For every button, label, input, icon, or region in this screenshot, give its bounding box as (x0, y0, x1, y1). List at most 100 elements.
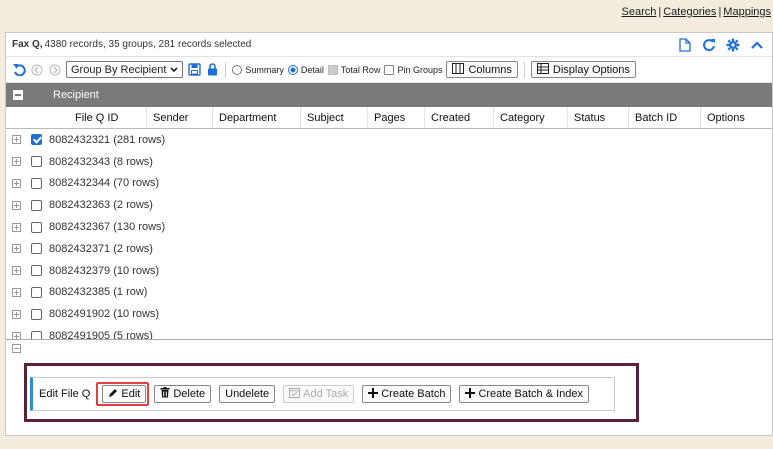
detail-option[interactable]: Detail (287, 64, 324, 75)
expand-icon[interactable] (12, 287, 21, 297)
column-header-options[interactable]: Options (701, 107, 771, 128)
group-row-label: 8082432321 (281 rows) (49, 133, 166, 146)
row-checkbox[interactable] (31, 308, 42, 320)
row-checkbox[interactable] (31, 265, 42, 277)
pin-groups-label: Pin Groups (397, 64, 443, 75)
group-row[interactable]: 8082432371 (2 rows) (6, 238, 772, 260)
delete-button[interactable]: Delete (154, 385, 212, 403)
column-header-subject[interactable]: Subject (301, 107, 368, 128)
gear-icon[interactable] (726, 38, 740, 52)
group-row[interactable]: 8082432379 (10 rows) (6, 260, 772, 282)
panel-titlebar: Fax Q, 4380 records, 35 groups, 281 reco… (6, 33, 772, 57)
save-icon[interactable] (187, 63, 201, 77)
search-link[interactable]: Search (622, 6, 657, 18)
undo-icon[interactable] (12, 63, 26, 77)
group-row[interactable]: 8082432363 (2 rows) (6, 194, 772, 216)
row-checkbox[interactable] (31, 199, 42, 211)
columns-button[interactable]: Columns (446, 61, 518, 78)
link-separator: | (658, 6, 662, 18)
group-row-label: 8082432367 (130 rows) (49, 221, 166, 234)
pencil-icon (108, 388, 118, 401)
group-rows: 8082432321 (281 rows) 8082432343 (8 rows… (6, 129, 772, 339)
fax-queue-panel: Fax Q, 4380 records, 35 groups, 281 reco… (5, 32, 773, 436)
group-row[interactable]: 8082432344 (70 rows) (6, 173, 772, 195)
group-row[interactable]: 8082432321 (281 rows) (6, 129, 772, 151)
column-header-category[interactable]: Category (494, 107, 568, 128)
row-checkbox[interactable] (31, 156, 42, 168)
group-row-label: 8082432379 (10 rows) (49, 264, 160, 277)
create-batch-label: Create Batch (381, 388, 446, 400)
group-row-label: 8082432371 (2 rows) (49, 242, 153, 255)
group-row-label: 8082432343 (8 rows) (49, 155, 153, 168)
expand-icon[interactable] (12, 157, 21, 167)
categories-link[interactable]: Categories (663, 6, 716, 18)
collapse-footer-icon[interactable] (12, 344, 21, 353)
chevron-down-icon (170, 64, 178, 76)
column-header-status[interactable]: Status (568, 107, 629, 128)
top-links: Search | Categories | Mappings (622, 6, 771, 18)
expand-icon[interactable] (12, 244, 21, 254)
group-row-label: 8082432385 (1 row) (49, 286, 148, 299)
mappings-link[interactable]: Mappings (723, 6, 771, 18)
summary-radio[interactable] (232, 64, 243, 75)
link-separator: | (718, 6, 722, 18)
group-row[interactable]: 8082432343 (8 rows) (6, 151, 772, 173)
expand-icon[interactable] (12, 178, 21, 188)
table-icon (536, 62, 549, 77)
toolbar-divider (225, 61, 227, 78)
column-header-file-q-id[interactable]: File Q ID (69, 107, 147, 128)
row-checkbox[interactable] (31, 286, 42, 298)
group-by-select[interactable]: Group By Recipient (66, 61, 184, 78)
group-row[interactable]: 8082491902 (10 rows) (6, 303, 772, 325)
refresh-icon[interactable] (702, 38, 716, 52)
collapse-group-icon[interactable] (13, 90, 23, 100)
trash-icon (160, 387, 170, 401)
previous-icon[interactable] (30, 63, 44, 77)
create-batch-button[interactable]: Create Batch (362, 385, 452, 403)
expand-icon[interactable] (12, 135, 21, 145)
expand-icon[interactable] (12, 200, 21, 210)
panel-title: Fax Q, (12, 39, 43, 50)
row-checkbox[interactable] (31, 221, 42, 233)
collapse-chevron-up-icon[interactable] (750, 38, 764, 52)
next-icon[interactable] (48, 63, 62, 77)
expand-icon[interactable] (12, 266, 21, 276)
summary-option[interactable]: Summary (232, 64, 284, 75)
grid-toolbar: Group By Recipient Summary Detail Total … (6, 57, 772, 83)
create-batch-index-label: Create Batch & Index (478, 388, 583, 400)
total-row-checkbox (327, 64, 338, 75)
column-header-pages[interactable]: Pages (368, 107, 425, 128)
group-row[interactable]: 8082432385 (1 row) (6, 282, 772, 304)
pin-groups-option[interactable]: Pin Groups (384, 64, 443, 75)
row-checkbox[interactable] (31, 134, 42, 146)
edit-button[interactable]: Edit (102, 385, 147, 403)
columns-icon (452, 62, 465, 77)
undelete-button[interactable]: Undelete (219, 385, 276, 403)
column-header-batch-id[interactable]: Batch ID (629, 107, 701, 128)
plus-icon (465, 387, 476, 401)
row-checkbox[interactable] (31, 243, 42, 255)
summary-label: Summary (245, 64, 284, 75)
group-row[interactable]: 8082491905 (5 rows) (6, 325, 772, 339)
group-header-label: Recipient (53, 89, 99, 101)
expand-icon[interactable] (12, 309, 21, 319)
group-row[interactable]: 8082432367 (130 rows) (6, 216, 772, 238)
row-checkbox[interactable] (31, 177, 42, 189)
row-checkbox[interactable] (31, 330, 42, 339)
column-header-created[interactable]: Created (425, 107, 494, 128)
edit-action-bar: Edit File Q Edit Delete Undelete Add Tas… (30, 377, 615, 411)
document-icon[interactable] (678, 37, 692, 52)
toolbar-divider (523, 61, 525, 78)
pin-groups-checkbox[interactable] (384, 64, 395, 75)
create-batch-index-button[interactable]: Create Batch & Index (459, 385, 589, 403)
footer-collapse-bar (6, 339, 772, 357)
expand-icon[interactable] (12, 331, 21, 339)
add-task-button[interactable]: Add Task (283, 385, 355, 403)
lock-icon[interactable] (205, 63, 219, 77)
column-header-sender[interactable]: Sender (147, 107, 213, 128)
display-options-button[interactable]: Display Options (530, 61, 636, 78)
column-header-department[interactable]: Department (213, 107, 301, 128)
detail-radio[interactable] (287, 64, 298, 75)
undelete-label: Undelete (225, 388, 270, 400)
expand-icon[interactable] (12, 222, 21, 232)
